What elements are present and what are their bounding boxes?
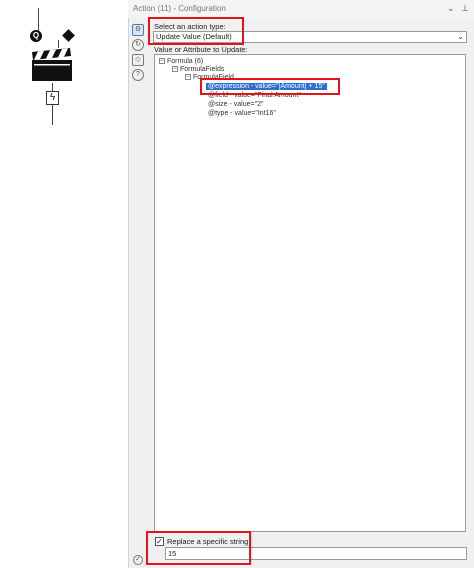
collapse-icon[interactable]: −	[172, 66, 178, 73]
tag-icon[interactable]: ◇	[132, 54, 144, 66]
lightning-anchor-icon[interactable]: ϟ	[46, 91, 59, 105]
refresh-icon[interactable]: ↻	[132, 39, 144, 51]
highlight-box-action-type	[148, 17, 244, 45]
connection-line	[52, 83, 53, 91]
action-tool-icon[interactable]	[30, 48, 74, 82]
collapse-icon[interactable]: −	[185, 74, 191, 81]
workflow-canvas[interactable]: Q ϟ	[0, 0, 128, 568]
help-icon[interactable]: ?	[132, 69, 144, 81]
chevron-down-icon[interactable]: ⌄	[447, 3, 455, 14]
tree-node-formulafields[interactable]: − FormulaFields	[172, 66, 224, 74]
tree-label: Value or Attribute to Update:	[154, 45, 248, 54]
tree-node-size[interactable]: @size - value="2"	[208, 101, 263, 109]
pin-icon[interactable]: ⊥	[461, 3, 469, 14]
tree-node-formula[interactable]: − Formula (6)	[159, 58, 203, 66]
highlight-box-expression	[200, 78, 340, 95]
attribute-tree[interactable]: − Formula (6) − FormulaFields − FormulaFiel…	[154, 54, 466, 532]
status-check-icon: ✓	[133, 555, 143, 565]
diamond-anchor-icon[interactable]	[62, 29, 75, 42]
question-anchor-icon[interactable]: Q	[30, 30, 42, 42]
gear-icon[interactable]: ⚙	[132, 24, 144, 36]
chevron-down-icon: ⌄	[457, 32, 464, 41]
connection-line	[58, 40, 59, 48]
collapse-icon[interactable]: −	[159, 58, 165, 65]
side-toolbar: ⚙ ↻ ◇ ?	[130, 22, 146, 84]
panel-title: Action (11) - Configuration	[133, 4, 226, 13]
connection-line	[52, 105, 53, 125]
connection-line	[38, 8, 39, 32]
highlight-box-replace	[146, 531, 251, 565]
tree-node-type[interactable]: @type - value="Int16"	[208, 110, 276, 118]
